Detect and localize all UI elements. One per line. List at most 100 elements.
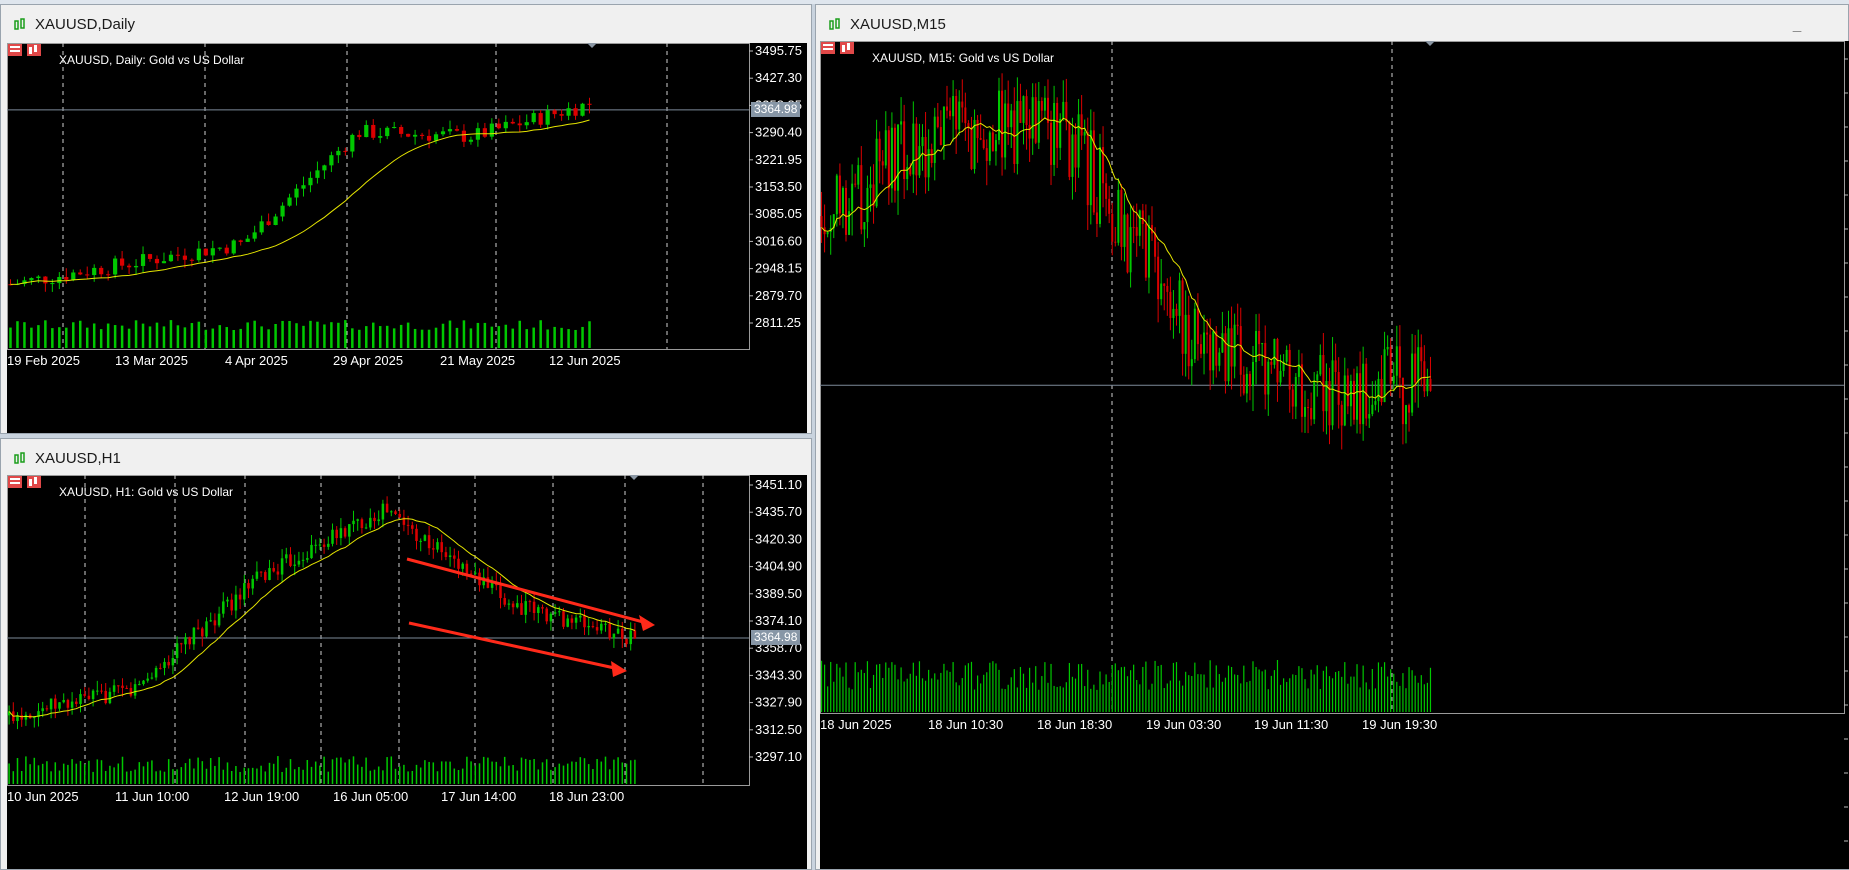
candle-body — [1251, 361, 1254, 387]
chart-shift-marker — [1425, 41, 1435, 46]
candle-body — [1037, 100, 1040, 143]
candle-body — [243, 583, 246, 600]
candle-body — [285, 554, 288, 559]
candle-body — [1230, 328, 1233, 367]
candle-body — [230, 599, 233, 611]
chart-icon — [14, 18, 25, 30]
chart-window-h1[interactable]: XAUUSD,H1 _ □ ✕ XAUUSD, H1: Gold vs US D… — [0, 438, 933, 870]
candle-body — [945, 106, 948, 111]
candle-body — [1245, 373, 1248, 394]
candle-body — [600, 623, 603, 631]
candle-body — [1053, 102, 1056, 165]
candle-body — [574, 617, 578, 623]
candle-body — [58, 702, 61, 709]
candle-body — [394, 511, 397, 514]
price-axis-label: 2811.25 — [755, 315, 801, 330]
chart-area[interactable]: XAUUSD, H1: Gold vs US Dollar 3451.10 343… — [7, 475, 807, 869]
candle-body — [988, 132, 991, 161]
chart-shift-marker — [629, 475, 639, 480]
candle-body — [1227, 328, 1230, 382]
candle-body — [1086, 132, 1089, 206]
candle-body — [503, 598, 506, 605]
minimize-button[interactable]: _ — [1786, 15, 1808, 35]
candle-body — [1368, 414, 1371, 419]
candle-body — [890, 127, 893, 189]
candle-body — [453, 555, 456, 559]
candle-body — [510, 121, 515, 124]
trendline-upper — [406, 557, 648, 625]
candle-body — [927, 149, 930, 178]
candle-body — [958, 101, 961, 130]
candle-body — [280, 558, 284, 575]
candle-body — [406, 524, 410, 526]
window-titlebar[interactable]: XAUUSD,Daily _ □ ✕ — [1, 5, 933, 41]
window-titlebar[interactable]: XAUUSD,H1 _ □ ✕ — [1, 439, 933, 475]
time-axis-label: 11 Jun 10:00 — [115, 789, 189, 804]
chart-area[interactable]: XAUUSD, Daily: Gold vs US Dollar 3495.75… — [7, 43, 807, 433]
candle-body — [188, 637, 191, 645]
candle-body — [1408, 405, 1411, 413]
candle-body — [538, 113, 543, 125]
candle-body — [1334, 360, 1337, 372]
candle-body — [454, 129, 460, 131]
candle-body — [318, 544, 322, 546]
candle-body — [991, 132, 994, 152]
price-chart[interactable]: 3451.10 3435.70 3420.30 3404.90 3389.50 3374.… — [7, 475, 807, 869]
candle-body — [159, 667, 162, 669]
chart-window-daily[interactable]: XAUUSD,Daily _ □ ✕ XAUUSD, Daily: Gold v… — [0, 4, 933, 434]
candle-body — [1043, 97, 1046, 111]
candle-body — [1147, 225, 1150, 278]
candle-body — [335, 529, 338, 539]
candle-body — [875, 138, 878, 207]
candle-body — [633, 630, 637, 639]
candle-body — [1273, 339, 1276, 365]
candle-body — [322, 165, 327, 171]
candle-body — [1013, 110, 1016, 165]
window-titlebar[interactable]: XAUUSD,M15 _ — [816, 5, 1848, 41]
candle-body — [1307, 407, 1310, 409]
candle-body — [54, 698, 57, 709]
candle-body — [66, 699, 70, 708]
candle-body — [552, 110, 557, 115]
candle-body — [591, 626, 595, 628]
candle-body — [1340, 404, 1343, 426]
candle-body — [146, 678, 149, 681]
price-chart[interactable]: 3495.753427.303358.853290.403221.953153.… — [7, 43, 807, 433]
candle-body — [1294, 376, 1297, 407]
candle-body — [1423, 361, 1426, 392]
candle-body — [608, 623, 611, 639]
price-chart[interactable]: 18 Jun 2025 18 Jun 10:30 18 Jun 18:30 19 Ju… — [820, 41, 1849, 869]
candle-body — [1233, 324, 1236, 367]
chart-area[interactable]: XAUUSD, M15: Gold vs US Dollar 18 Jun 20… — [820, 41, 1849, 869]
candle-body — [921, 137, 924, 147]
candle-body — [419, 134, 425, 136]
time-axis-label: 13 Mar 2025 — [115, 353, 188, 368]
candle-body — [377, 519, 380, 522]
time-axis-label: 17 Jun 14:00 — [441, 789, 516, 804]
time-axis-label: 29 Apr 2025 — [333, 353, 403, 368]
price-axis-label: 3495.75 — [755, 43, 802, 58]
candle-body — [171, 657, 175, 666]
candle-body — [1383, 349, 1386, 403]
window-title: XAUUSD,H1 — [35, 450, 121, 467]
chart-window-m15[interactable]: XAUUSD,M15 _ XAUUSD, M15: Gold vs US Dol… — [815, 4, 1849, 870]
candle-body — [308, 177, 313, 186]
candle-body — [217, 613, 221, 626]
price-axis-label: 3420.30 — [755, 531, 802, 546]
candle-body — [259, 571, 263, 573]
candle-body — [616, 628, 620, 634]
candle-body — [140, 254, 146, 266]
candle-body — [41, 708, 44, 712]
candle-body — [587, 103, 592, 105]
candle-body — [566, 108, 571, 116]
candle-body — [1098, 147, 1101, 224]
candle-body — [998, 90, 1001, 141]
candle-body — [1221, 333, 1224, 353]
candle-body — [390, 511, 393, 513]
candle-body — [1404, 405, 1407, 425]
candle-body — [942, 106, 945, 146]
time-axis-label: 19 Jun 19:30 — [1362, 717, 1437, 732]
candle-body — [461, 130, 467, 142]
candle-body — [520, 603, 523, 615]
candle-body — [1184, 314, 1187, 354]
